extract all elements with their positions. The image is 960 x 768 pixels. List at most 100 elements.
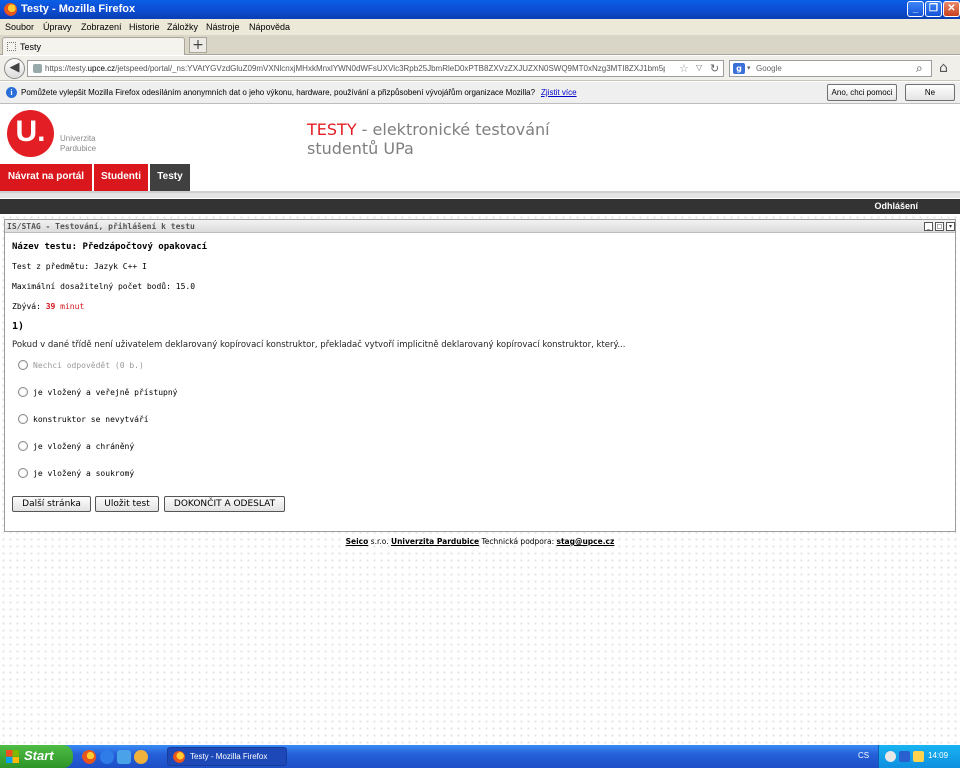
max-points-value: 15.0	[175, 282, 196, 291]
navigation-bar: ◀ https://testy.upce.cz/jetspeed/portal/…	[0, 56, 960, 81]
portlet-close-icon[interactable]: ▾	[946, 222, 955, 231]
new-tab-button[interactable]: +	[189, 37, 207, 53]
test-subject-value: Jazyk C++ I	[93, 262, 147, 271]
search-input[interactable]: Google	[756, 64, 782, 73]
portlet-minimize-icon[interactable]: _	[924, 222, 933, 231]
learn-more-link[interactable]: Zjistit více	[541, 88, 577, 97]
answer-label-3[interactable]: je vložený a chráněný	[33, 442, 134, 451]
site-title-rest: - elektronické testování	[356, 120, 550, 139]
taskbar-firefox-item[interactable]: Testy - Mozilla Firefox	[167, 747, 287, 766]
nav-tab-studenti[interactable]: Studenti	[94, 164, 148, 193]
firefox-icon	[4, 3, 17, 16]
site-title-highlight: TESTY	[307, 120, 357, 139]
close-window-button[interactable]: ✕	[943, 1, 960, 17]
menu-zalozky[interactable]: Záložky	[167, 22, 198, 32]
media-quicklaunch-icon[interactable]	[134, 750, 148, 764]
save-test-button[interactable]: Uložit test	[95, 496, 159, 512]
next-page-button[interactable]: Další stránka	[12, 496, 91, 512]
portlet-header: IS/STAG - Testování, přihlášení k testu …	[5, 220, 955, 233]
explorer-quicklaunch-icon[interactable]	[117, 750, 131, 764]
test-subject-label: Test z předmětu:	[12, 262, 94, 271]
answer-radio-2[interactable]	[18, 414, 28, 424]
taskbar: Start Testy - Mozilla Firefox CS 14:09	[0, 745, 960, 768]
footer-support-label: Technická podpora:	[479, 537, 557, 546]
time-remaining: Zbývá: 39 minut	[12, 302, 84, 311]
page-icon	[7, 42, 16, 51]
menu-bar: Soubor Úpravy Zobrazení Historie Záložky…	[0, 19, 960, 35]
decline-button[interactable]: Ne	[905, 84, 955, 101]
browser-tab[interactable]: Testy	[2, 37, 185, 55]
site-identity-icon[interactable]	[33, 64, 42, 73]
menu-zobrazeni[interactable]: Zobrazení	[81, 22, 122, 32]
browser-tab-label: Testy	[20, 42, 42, 52]
back-arrow-icon: ◀	[9, 60, 20, 75]
footer-university-link[interactable]: Univerzita Pardubice	[391, 537, 479, 546]
time-remaining-label: Zbývá:	[12, 302, 46, 311]
bookmark-star-icon[interactable]: ☆	[679, 62, 689, 75]
page-footer: Seico s.r.o. Univerzita Pardubice Techni…	[0, 537, 960, 546]
notification-bar: i Pomůžete vylepšit Mozilla Firefox odes…	[0, 82, 960, 104]
nav-tab-portal[interactable]: Návrat na portál	[0, 164, 92, 193]
answer-radio-3[interactable]	[18, 441, 28, 451]
menu-soubor[interactable]: Soubor	[5, 22, 34, 32]
answer-label-1[interactable]: je vložený a veřejně přístupný	[33, 388, 178, 397]
url-bar[interactable]: https://testy.upce.cz/jetspeed/portal/_n…	[27, 60, 724, 77]
clock[interactable]: 14:09	[928, 751, 948, 760]
tab-bar: Testy	[0, 35, 960, 55]
answer-label-0[interactable]: Nechci odpovědět (0 b.)	[33, 361, 144, 370]
home-icon[interactable]: ⌂	[939, 60, 948, 76]
system-tray: 14:09	[878, 745, 960, 768]
url-domain: upce.cz	[87, 64, 116, 73]
url-path: /jetspeed/portal/_ns:YVAtYGVzdGluZ09mVXN…	[115, 64, 665, 73]
restore-button[interactable]: ❐	[925, 1, 942, 17]
test-name: Název testu: Předzápočtový opakovací	[12, 242, 207, 252]
language-indicator[interactable]: CS	[858, 751, 869, 760]
menu-napoveda[interactable]: Nápověda	[249, 22, 290, 32]
logout-link[interactable]: Odhlášení	[874, 201, 918, 211]
google-engine-icon[interactable]: g	[733, 63, 745, 74]
portlet-title: IS/STAG - Testování, přihlášení k testu	[7, 222, 195, 231]
tray-network-icon[interactable]	[885, 751, 896, 762]
test-max-points: Maximální dosažitelný počet bodů: 15.0	[12, 282, 195, 291]
window-title-bar: Testy - Mozilla Firefox _ ❐ ✕	[0, 0, 960, 19]
answer-radio-0[interactable]	[18, 360, 28, 370]
start-label: Start	[24, 748, 54, 763]
start-button[interactable]: Start	[0, 745, 73, 768]
firefox-quicklaunch-icon[interactable]	[82, 750, 96, 764]
logo-line-2: Pardubice	[60, 144, 97, 153]
tray-monitor-icon[interactable]	[899, 751, 910, 762]
logo-line-1: Univerzita	[60, 134, 96, 143]
university-logo[interactable]: U.	[7, 110, 54, 157]
search-icon[interactable]: ⌕	[916, 61, 923, 76]
tray-volume-icon[interactable]	[913, 751, 924, 762]
taskbar-item-label: Testy - Mozilla Firefox	[190, 752, 268, 761]
window-title: Testy - Mozilla Firefox	[21, 3, 136, 15]
test-subject: Test z předmětu: Jazyk C++ I	[12, 262, 147, 271]
search-bar[interactable]: g ▾ Google ⌕	[729, 60, 932, 77]
info-icon: i	[6, 87, 17, 98]
windows-logo-icon	[6, 750, 19, 763]
menu-historie[interactable]: Historie	[129, 22, 160, 32]
accept-help-button[interactable]: Ano, chci pomoci	[827, 84, 897, 101]
nav-tab-testy[interactable]: Testy	[150, 164, 190, 193]
minimize-button[interactable]: _	[907, 1, 924, 17]
reload-icon[interactable]: ↻	[710, 62, 719, 75]
menu-upravy[interactable]: Úpravy	[43, 22, 72, 32]
url-dropdown-icon[interactable]: ▽	[696, 63, 702, 72]
url-text[interactable]: https://testy.upce.cz/jetspeed/portal/_n…	[45, 64, 665, 73]
finish-submit-button[interactable]: DOKONČIT A ODESLAT	[164, 496, 285, 512]
answer-label-4[interactable]: je vložený a soukromý	[33, 469, 134, 478]
answer-radio-4[interactable]	[18, 468, 28, 478]
answer-radio-1[interactable]	[18, 387, 28, 397]
engine-dropdown-icon[interactable]: ▾	[747, 64, 751, 72]
test-name-label: Název testu:	[12, 242, 83, 252]
footer-support-email[interactable]: stag@upce.cz	[556, 537, 614, 546]
footer-company-suffix: s.r.o.	[368, 537, 389, 546]
back-button[interactable]: ◀	[4, 58, 25, 79]
ie-quicklaunch-icon[interactable]	[100, 750, 114, 764]
header-divider-gray	[0, 193, 960, 198]
footer-company-link[interactable]: Seico	[346, 537, 369, 546]
answer-label-2[interactable]: konstruktor se nevytváří	[33, 415, 149, 424]
menu-nastroje[interactable]: Nástroje	[206, 22, 240, 32]
portlet-maximize-icon[interactable]: □	[935, 222, 944, 231]
